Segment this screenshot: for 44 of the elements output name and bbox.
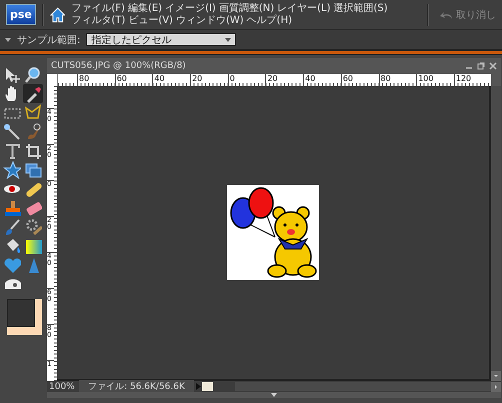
stamp-icon (3, 198, 21, 216)
menu-item[interactable]: 編集(E) (128, 2, 162, 14)
menu-item[interactable]: 画質調整(N) (218, 2, 274, 14)
menu-item[interactable]: ヘルプ(H) (246, 14, 292, 26)
move-arrow-icon (3, 66, 21, 84)
magic-wand-icon (3, 122, 21, 140)
tool-button[interactable] (23, 141, 43, 160)
star-icon (3, 160, 21, 178)
paintbrush-icon (3, 218, 21, 236)
menu-item[interactable]: ビュー(V) (128, 14, 173, 26)
heart-icon (3, 256, 21, 274)
menu-item[interactable]: ウィンドウ(W) (176, 14, 244, 26)
menu-item[interactable]: ファイル(F) (71, 2, 125, 14)
tool-button[interactable] (2, 160, 22, 179)
restore-icon[interactable] (477, 62, 485, 70)
menu-item[interactable]: フィルタ(T) (71, 14, 126, 26)
document-title: CUTS056.JPG @ 100%(RGB/8) (51, 61, 187, 71)
scroll-down-icon[interactable] (491, 371, 501, 381)
scroll-right-icon[interactable] (491, 382, 501, 392)
dropdown-caret-icon (225, 38, 232, 42)
scroll-thumb[interactable] (202, 382, 213, 391)
menu-item[interactable]: 選択範囲(S) (334, 2, 388, 14)
polygon-lasso-icon (24, 104, 42, 122)
tool-button[interactable] (23, 103, 43, 122)
tool-button[interactable] (23, 84, 43, 103)
overlapping-rectangles-icon (24, 160, 42, 178)
close-icon[interactable] (489, 62, 497, 70)
foreground-color-swatch[interactable] (6, 299, 34, 327)
sample-range-label: サンプル範囲: (17, 34, 80, 46)
menu-item[interactable]: イメージ(I) (165, 2, 216, 14)
eye-icon (4, 184, 20, 192)
home-icon[interactable] (50, 6, 66, 22)
zoom-level[interactable]: 100% (47, 382, 79, 392)
app-logo[interactable]: pse (6, 4, 36, 25)
gear-brush-icon (24, 218, 42, 236)
background-color-swatch[interactable] (6, 299, 42, 335)
tool-button[interactable] (2, 122, 22, 141)
letter-t-icon (3, 142, 21, 160)
menu-item[interactable]: レイヤー(L) (277, 2, 331, 14)
file-size-info: ファイル: 56.6K/56.6K (79, 380, 194, 393)
sample-range-dropdown[interactable]: 指定したピクセル (86, 33, 236, 46)
magnifier-icon (24, 66, 42, 84)
collapse-caret-icon[interactable] (5, 38, 11, 42)
crop-icon (24, 142, 42, 160)
